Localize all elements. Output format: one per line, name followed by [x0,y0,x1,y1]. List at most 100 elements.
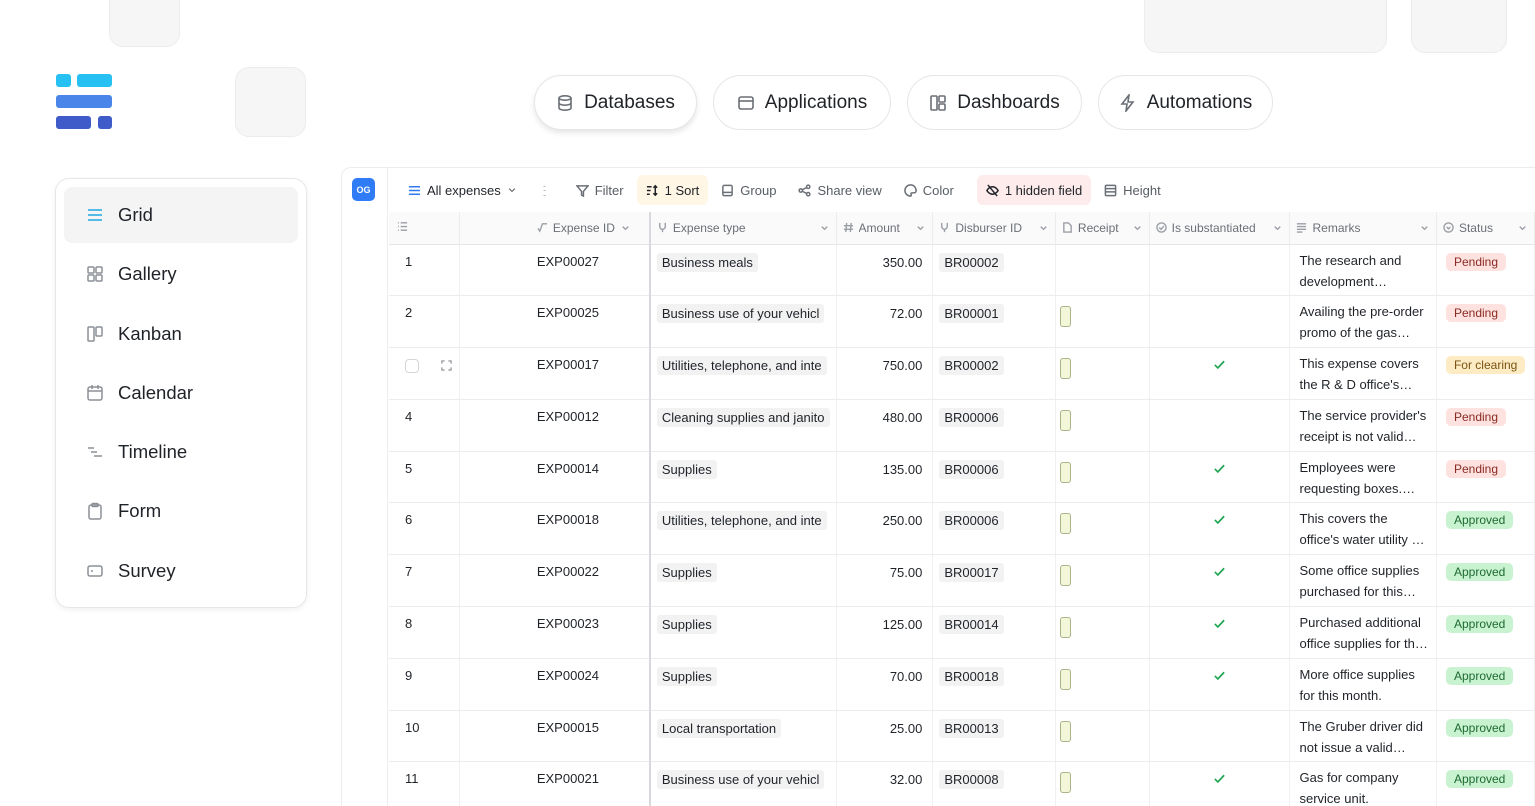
expense-id-cell[interactable]: EXP00017 [459,347,651,400]
row-number-cell[interactable] [389,347,460,400]
group-button[interactable]: Group [712,175,785,205]
expense-type-cell[interactable]: Utilities, telephone, and inte [649,347,837,400]
status-cell[interactable]: Pending [1436,244,1535,297]
table-row[interactable]: 2 EXP00025 Business use of your vehicl 72.0… [389,295,1535,349]
expense-type-cell[interactable]: Utilities, telephone, and inte [649,502,837,556]
expense-id-cell[interactable]: EXP00027 [459,244,651,297]
status-cell[interactable]: Approved [1436,502,1535,556]
row-number-cell[interactable]: 6 [389,502,460,556]
amount-cell[interactable]: 70.00 [836,658,934,711]
receipt-attachment-thumbnail[interactable] [1059,720,1071,742]
status-cell[interactable]: Approved [1436,658,1535,711]
expense-id-cell[interactable]: EXP00022 [459,554,651,608]
base-avatar[interactable]: OG [352,178,375,201]
disburser-id-cell[interactable]: BR00006 [932,451,1056,504]
remarks-cell[interactable]: More office supplies for this month. [1289,658,1437,711]
table-row[interactable]: EXP00017 Utilities, telephone, and inte 75… [389,347,1535,400]
expense-type-cell[interactable]: Business use of your vehicl [649,295,837,349]
remarks-cell[interactable]: The research and development department … [1289,244,1437,297]
column-header-expense-type[interactable]: Expense type [649,212,837,245]
table-row[interactable]: 1 EXP00027 Business meals 350.00 BR00002 The … [389,244,1535,297]
sidebar-item-gallery[interactable]: Gallery [64,246,298,302]
receipt-attachment-thumbnail[interactable] [1059,409,1071,431]
is-substantiated-cell[interactable] [1149,451,1291,504]
amount-cell[interactable]: 480.00 [836,399,934,452]
tab-databases[interactable]: Databases [534,75,697,130]
expense-type-cell[interactable]: Local transportation [649,710,837,763]
app-logo[interactable] [56,74,114,130]
receipt-cell[interactable] [1055,451,1150,504]
amount-cell[interactable]: 72.00 [836,295,934,349]
row-number-header[interactable] [389,212,460,245]
sidebar-item-calendar[interactable]: Calendar [64,365,298,421]
expense-id-cell[interactable]: EXP00018 [459,502,651,556]
row-height-button[interactable]: Height [1095,175,1170,205]
sidebar-item-survey[interactable]: Survey [64,543,298,599]
receipt-attachment-thumbnail[interactable] [1059,565,1071,587]
receipt-cell[interactable] [1055,244,1150,297]
row-number-cell[interactable]: 10 [389,710,460,763]
remarks-cell[interactable]: Employees were requesting boxes. Ordered… [1289,451,1437,504]
view-more-button[interactable] [526,175,563,205]
remarks-cell[interactable]: Purchased additional office supplies for… [1289,606,1437,659]
expense-id-cell[interactable]: EXP00025 [459,295,651,349]
sort-button[interactable]: 1 Sort [636,175,709,205]
status-cell[interactable]: Pending [1436,399,1535,452]
receipt-cell[interactable] [1055,502,1150,556]
disburser-id-cell[interactable]: BR00002 [932,347,1056,400]
is-substantiated-cell[interactable] [1149,347,1291,400]
filter-button[interactable]: Filter [567,175,633,205]
row-number-cell[interactable]: 7 [389,554,460,608]
tab-dashboards[interactable]: Dashboards [907,75,1082,130]
receipt-cell[interactable] [1055,761,1150,806]
row-number-cell[interactable]: 9 [389,658,460,711]
is-substantiated-cell[interactable] [1149,710,1291,763]
column-header-is-substantiated[interactable]: Is substantiated [1149,212,1291,245]
expense-type-cell[interactable]: Business meals [649,244,837,297]
amount-cell[interactable]: 75.00 [836,554,934,608]
table-row[interactable]: 6 EXP00018 Utilities, telephone, and inte 2… [389,502,1535,556]
sidebar-item-timeline[interactable]: Timeline [64,424,298,480]
is-substantiated-cell[interactable] [1149,554,1291,608]
row-number-cell[interactable]: 1 [389,244,460,297]
row-number-cell[interactable]: 4 [389,399,460,452]
row-checkbox[interactable] [405,358,419,373]
amount-cell[interactable]: 350.00 [836,244,934,297]
disburser-id-cell[interactable]: BR00014 [932,606,1056,659]
disburser-id-cell[interactable]: BR00001 [932,295,1056,349]
expand-row-icon[interactable] [441,360,452,371]
amount-cell[interactable]: 125.00 [836,606,934,659]
sidebar-item-form[interactable]: Form [64,483,298,539]
expense-type-cell[interactable]: Supplies [649,554,837,608]
remarks-cell[interactable]: Gas for company service unit. [1289,761,1437,806]
receipt-cell[interactable] [1055,658,1150,711]
view-selector[interactable]: All expenses [399,175,526,205]
disburser-id-cell[interactable]: BR00006 [932,399,1056,452]
is-substantiated-cell[interactable] [1149,502,1291,556]
amount-cell[interactable]: 750.00 [836,347,934,400]
receipt-cell[interactable] [1055,554,1150,608]
expense-id-cell[interactable]: EXP00024 [459,658,651,711]
table-row[interactable]: 8 EXP00023 Supplies 125.00 BR00014 Purchased … [389,606,1535,659]
receipt-cell[interactable] [1055,399,1150,452]
expense-type-cell[interactable]: Supplies [649,451,837,504]
expense-type-cell[interactable]: Supplies [649,606,837,659]
table-row[interactable]: 5 EXP00014 Supplies 135.00 BR00006 Employees … [389,451,1535,504]
expense-id-cell[interactable]: EXP00012 [459,399,651,452]
remarks-cell[interactable]: The service provider's receipt is not va… [1289,399,1437,452]
expense-id-cell[interactable]: EXP00014 [459,451,651,504]
row-number-cell[interactable]: 8 [389,606,460,659]
tab-applications[interactable]: Applications [713,75,891,130]
row-number-cell[interactable]: 5 [389,451,460,504]
share-view-button[interactable]: Share view [789,175,890,205]
amount-cell[interactable]: 32.00 [836,761,934,806]
status-cell[interactable]: Approved [1436,554,1535,608]
status-cell[interactable]: Approved [1436,710,1535,763]
color-button[interactable]: Color [895,175,963,205]
disburser-id-cell[interactable]: BR00017 [932,554,1056,608]
expense-id-cell[interactable]: EXP00023 [459,606,651,659]
receipt-cell[interactable] [1055,347,1150,400]
expense-type-cell[interactable]: Cleaning supplies and janito [649,399,837,452]
status-cell[interactable]: For clearing [1436,347,1535,400]
remarks-cell[interactable]: Availing the pre-order promo of the gas … [1289,295,1437,349]
